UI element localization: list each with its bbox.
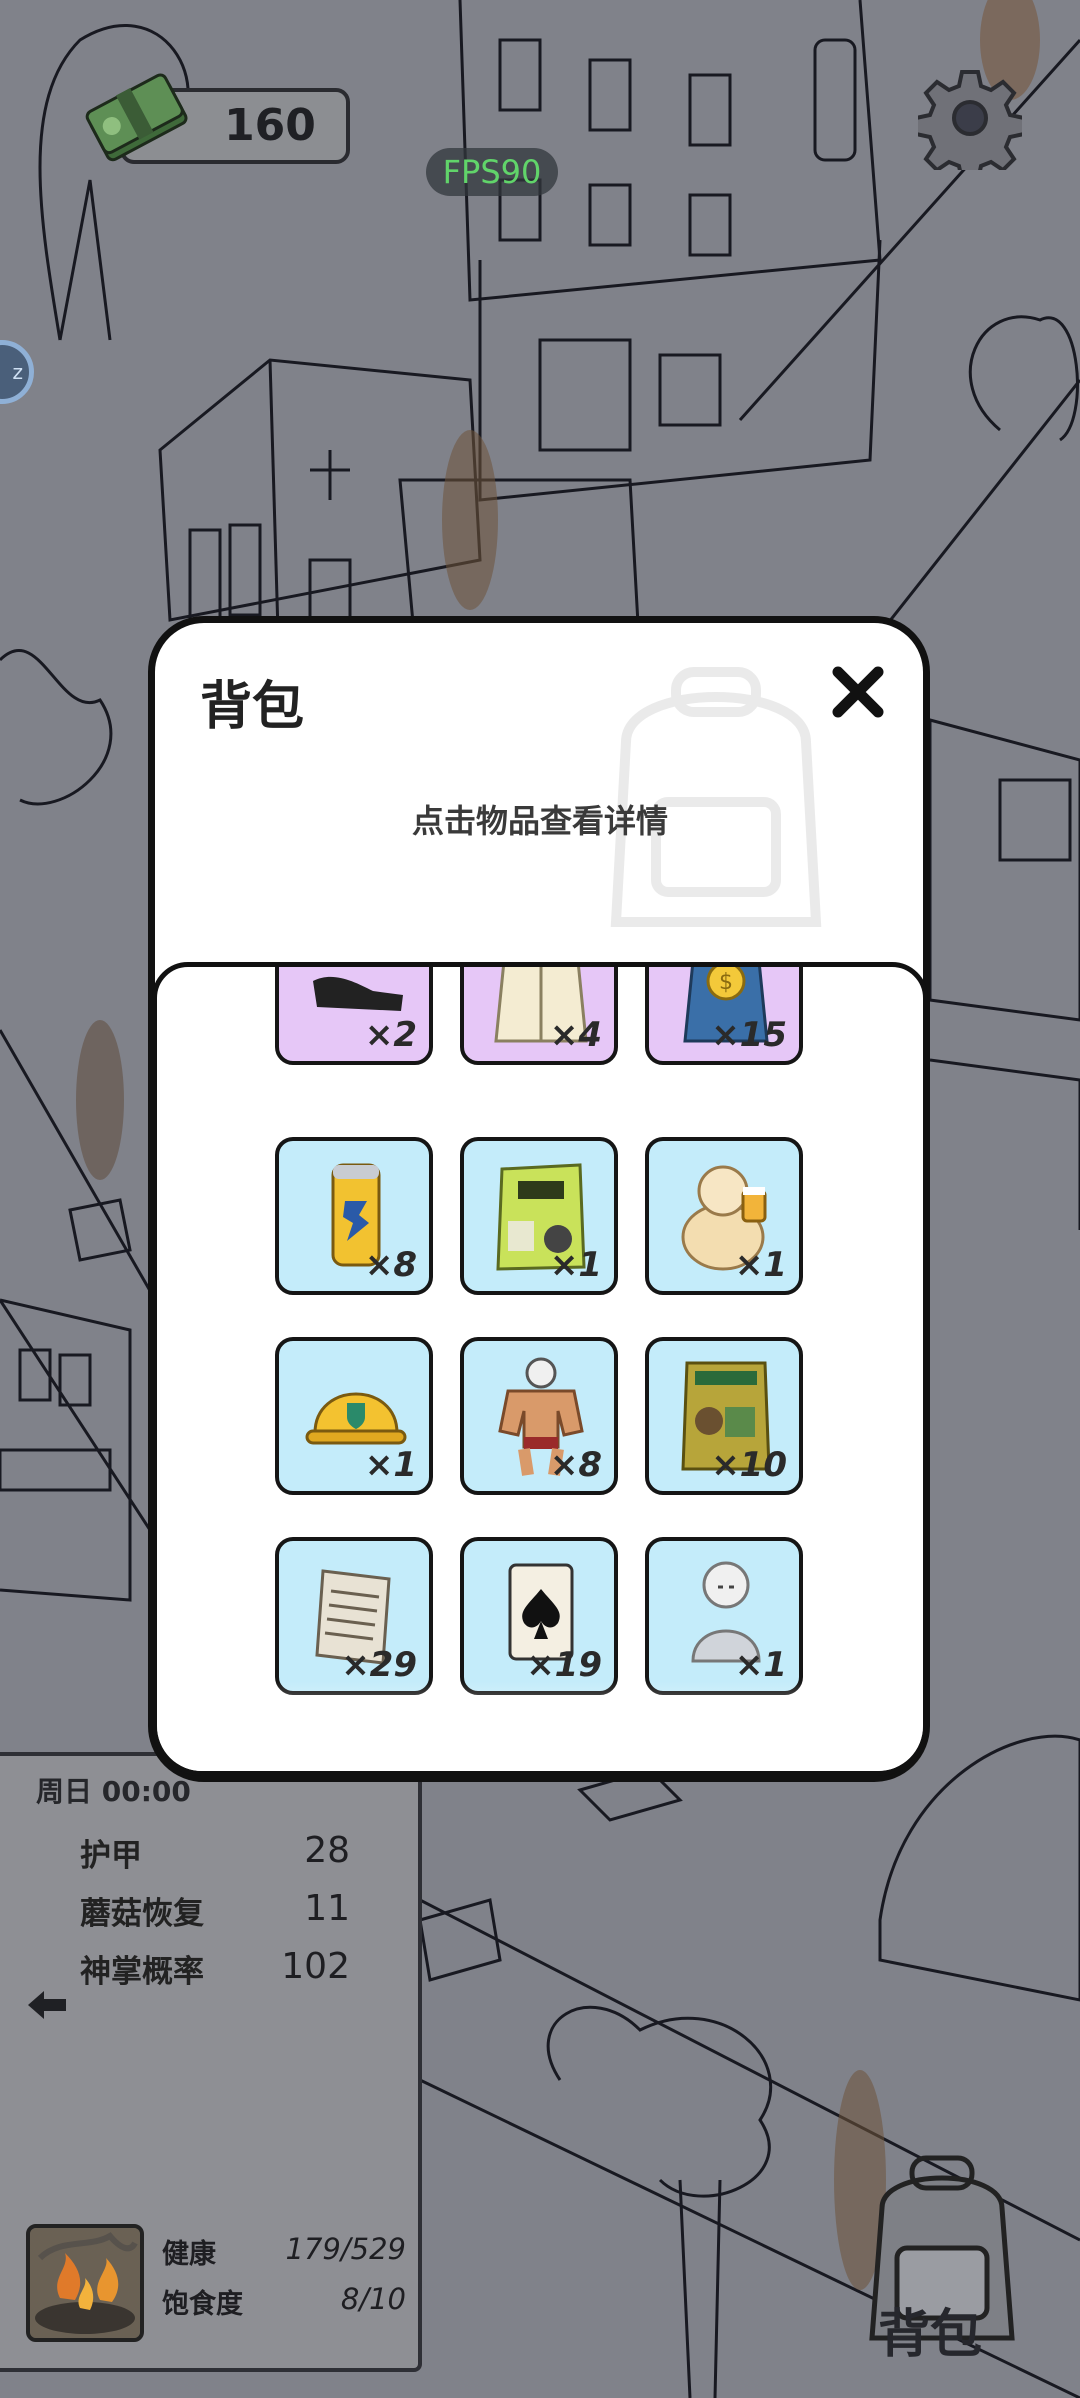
gear-icon[interactable] (918, 66, 1022, 170)
backpack-button-label[interactable]: 背包 (878, 2292, 982, 2367)
close-icon[interactable] (830, 664, 886, 720)
arrow-left-icon[interactable] (26, 1988, 68, 2022)
player-portrait[interactable] (26, 2224, 144, 2342)
burning-portrait-icon (30, 2228, 140, 2338)
stat-value: 102 (281, 1946, 350, 1987)
item-quantity: ×29 (341, 1645, 417, 1685)
inventory-slot[interactable]: ×4 (460, 967, 618, 1065)
scroll-fade (157, 1681, 923, 1771)
game-clock: 周日 00:00 (36, 1775, 191, 1808)
inventory-slot[interactable]: ×1 (460, 1137, 618, 1295)
vital-value: 8/10 (340, 2282, 406, 2316)
item-quantity: ×1 (549, 1245, 602, 1285)
cash-stack-icon (85, 73, 188, 162)
stat-value: 11 (304, 1888, 350, 1929)
inventory-items: ×2 ×4 $ ×15 ×8 ×1 ×1 ×1 ×8 ×10 ×29 ×19 ×… (157, 967, 923, 1771)
vital-health: 健康 179/529 (162, 2232, 406, 2276)
item-quantity: ×19 (526, 1645, 602, 1685)
stat-mushroom-recovery: 蘑菇恢复 11 (80, 1888, 350, 1938)
svg-text:$: $ (719, 970, 733, 995)
fps-counter: FPS90 (426, 148, 558, 196)
inventory-slot[interactable]: ×8 (275, 1137, 433, 1295)
inventory-slot[interactable]: ×10 (645, 1337, 803, 1495)
item-quantity: ×1 (734, 1245, 787, 1285)
item-quantity: ×1 (364, 1445, 417, 1485)
money-value: 160 (224, 100, 316, 151)
item-quantity: ×8 (364, 1245, 417, 1285)
vital-satiety: 饱食度 8/10 (162, 2282, 406, 2326)
inventory-slot[interactable]: ×29 (275, 1537, 433, 1695)
stat-label: 护甲 (80, 1838, 142, 1874)
stat-label: 神掌概率 (80, 1954, 204, 1990)
item-quantity: ×4 (549, 1015, 602, 1055)
inventory-slot[interactable]: ×2 (275, 967, 433, 1065)
vital-label: 饱食度 (162, 2289, 243, 2320)
modal-hint: 点击物品查看详情 (411, 802, 668, 840)
item-quantity: ×15 (711, 1015, 787, 1055)
stat-label: 蘑菇恢复 (80, 1896, 204, 1932)
inventory-grid[interactable]: ×2 ×4 $ ×15 ×8 ×1 ×1 ×1 ×8 ×10 ×29 ×19 ×… (152, 962, 928, 1776)
inventory-slot[interactable]: ×8 (460, 1337, 618, 1495)
vital-value: 179/529 (285, 2232, 406, 2266)
inventory-slot[interactable]: $ ×15 (645, 967, 803, 1065)
modal-title: 背包 (200, 677, 305, 737)
vital-label: 健康 (162, 2239, 216, 2270)
inventory-slot[interactable]: ×1 (645, 1137, 803, 1295)
inventory-slot[interactable]: ×1 (275, 1337, 433, 1495)
stat-value: 28 (304, 1830, 350, 1871)
inventory-slot[interactable]: ×1 (645, 1537, 803, 1695)
stat-palm-chance: 神掌概率 102 (80, 1946, 350, 1996)
item-quantity: ×1 (734, 1645, 787, 1685)
item-quantity: ×2 (364, 1015, 417, 1055)
item-quantity: ×8 (549, 1445, 602, 1485)
stat-armor: 护甲 28 (80, 1830, 350, 1880)
inventory-slot[interactable]: ×19 (460, 1537, 618, 1695)
item-quantity: ×10 (711, 1445, 787, 1485)
